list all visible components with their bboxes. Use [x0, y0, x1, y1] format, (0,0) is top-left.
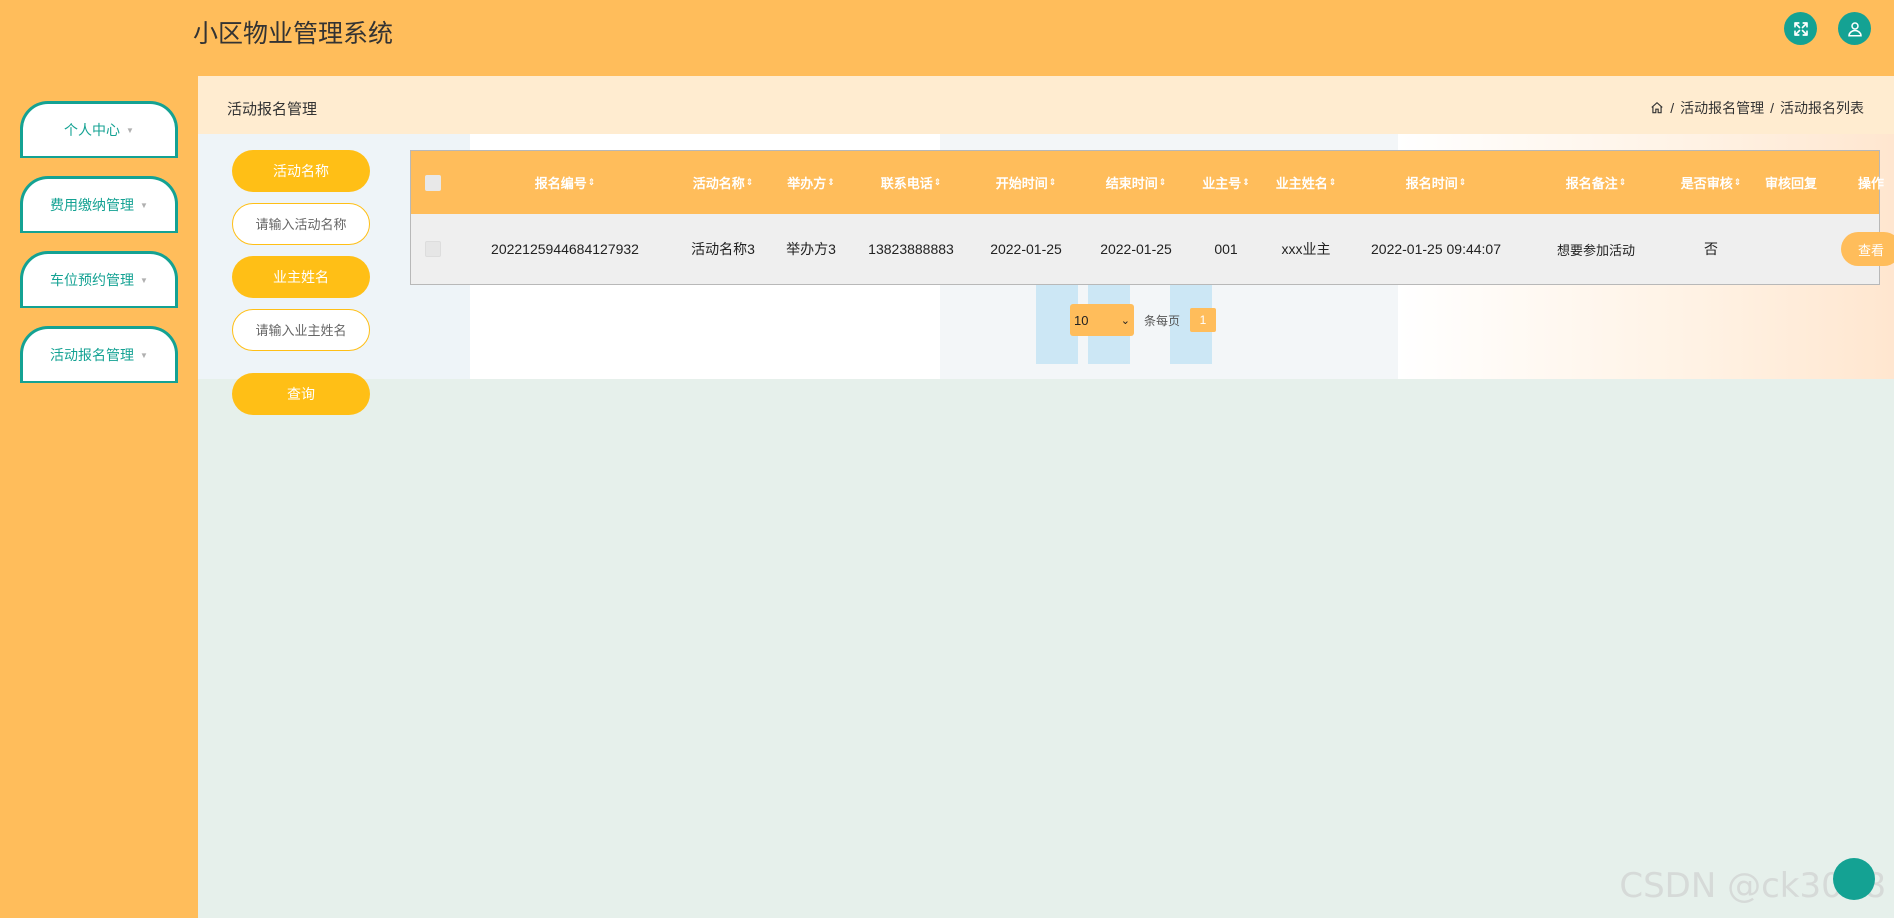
table-cell: 想要参加活动: [1556, 242, 1635, 258]
page-size-suffix: 条每页: [1144, 313, 1181, 328]
column-header[interactable]: 业主号 ⇕: [1191, 151, 1261, 214]
activity-name-label: 活动名称: [232, 150, 370, 192]
column-header[interactable]: 活动名称 ⇕: [675, 151, 771, 214]
top-bar: 小区物业管理系统: [0, 0, 1894, 76]
table-cell: 活动名称3: [691, 241, 755, 257]
sort-icon: ⇕: [1048, 177, 1057, 187]
fullscreen-icon[interactable]: [1784, 12, 1817, 45]
table-cell: 2022-01-25 09:44:07: [1371, 241, 1501, 257]
activity-name-input[interactable]: [232, 203, 370, 245]
sort-icon: ⇕: [1158, 177, 1167, 187]
select-all-checkbox[interactable]: [425, 174, 441, 191]
table-header: 报名编号 ⇕ 活动名称 ⇕ 举办方 ⇕ 联系电话 ⇕ 开始时间 ⇕ 结束时间 ⇕ 业主号 ⇕ …: [411, 151, 1884, 214]
sidebar-item-activity-registration[interactable]: 活动报名管理 ▼: [20, 326, 178, 381]
sort-icon: ⇕: [587, 177, 596, 187]
column-header[interactable]: 报名时间 ⇕: [1351, 151, 1521, 214]
table-cell: 001: [1214, 241, 1238, 257]
column-header[interactable]: 业主姓名 ⇕: [1261, 151, 1351, 214]
view-button[interactable]: 查看: [1841, 232, 1894, 266]
column-header[interactable]: 是否审核 ⇕: [1671, 151, 1751, 214]
registration-table: 报名编号 ⇕ 活动名称 ⇕ 举办方 ⇕ 联系电话 ⇕ 开始时间 ⇕ 结束时间 ⇕ 业主号 ⇕ …: [410, 150, 1894, 285]
query-button[interactable]: 查询: [232, 373, 370, 415]
sort-icon: ⇕: [1618, 177, 1627, 187]
column-header[interactable]: 报名编号 ⇕: [455, 151, 675, 214]
column-header[interactable]: 开始时间 ⇕: [971, 151, 1081, 214]
sidebar-item-label: 个人中心: [64, 122, 121, 138]
sidebar-item-label: 车位预约管理: [50, 272, 135, 288]
breadcrumb-bar: 活动报名管理 / 活动报名管理 / 活动报名列表: [198, 76, 1894, 134]
page-title: 活动报名管理: [227, 101, 318, 118]
sort-icon: ⇕: [745, 177, 754, 187]
sort-icon: ⇕: [1242, 177, 1250, 187]
chevron-down-icon: ⌄: [1120, 314, 1130, 327]
caret-down-icon: ▼: [140, 350, 148, 360]
pagination: 10 ⌄ 条每页 1: [1070, 304, 1217, 336]
column-header[interactable]: 举办方 ⇕: [771, 151, 851, 214]
breadcrumb-item[interactable]: 活动报名管理: [1680, 98, 1764, 118]
user-icon[interactable]: [1838, 12, 1871, 45]
page-size-select[interactable]: 10 ⌄: [1070, 304, 1134, 336]
table-cell: xxx业主: [1281, 241, 1331, 257]
column-header[interactable]: 报名备注 ⇕: [1521, 151, 1671, 214]
caret-down-icon: ▼: [140, 200, 148, 210]
sidebar-item-parking-reservation[interactable]: 车位预约管理 ▼: [20, 251, 178, 306]
column-header: 操作: [1857, 176, 1884, 191]
column-header[interactable]: 联系电话 ⇕: [851, 151, 971, 214]
sidebar-item-label: 费用缴纳管理: [50, 197, 135, 213]
caret-down-icon: ▼: [126, 125, 134, 135]
table-row: 2022125944684127932 活动名称3 举办方3 138238888…: [411, 214, 1894, 284]
sort-icon: ⇕: [933, 177, 942, 187]
sort-icon: ⇕: [1458, 177, 1467, 187]
table-cell: 2022125944684127932: [491, 241, 639, 257]
column-header[interactable]: 结束时间 ⇕: [1081, 151, 1191, 214]
page-number-current[interactable]: 1: [1190, 308, 1217, 332]
sidebar-item-fee-payment[interactable]: 费用缴纳管理 ▼: [20, 176, 178, 231]
sort-icon: ⇕: [827, 177, 835, 187]
sort-icon: ⇕: [1328, 177, 1337, 187]
table-cell: 2022-01-25: [1100, 241, 1172, 257]
sidebar-item-personal-center[interactable]: 个人中心 ▼: [20, 101, 178, 156]
breadcrumb-separator: /: [1770, 100, 1774, 116]
breadcrumb-separator: /: [1670, 100, 1675, 116]
sidebar: 个人中心 ▼ 费用缴纳管理 ▼ 车位预约管理 ▼ 活动报名管理 ▼: [0, 76, 198, 918]
sort-icon: ⇕: [1733, 177, 1742, 187]
owner-name-label: 业主姓名: [232, 256, 370, 298]
table-cell: 否: [1704, 241, 1718, 257]
breadcrumb: / 活动报名管理 / 活动报名列表: [1650, 98, 1864, 118]
page-size-value: 10: [1074, 312, 1089, 328]
owner-name-input[interactable]: [232, 309, 370, 351]
home-icon[interactable]: [1650, 101, 1664, 115]
sidebar-item-label: 活动报名管理: [50, 347, 135, 363]
row-checkbox[interactable]: [425, 241, 441, 257]
table-cell: 13823888883: [868, 241, 954, 257]
back-to-top-icon[interactable]: [1833, 858, 1875, 900]
breadcrumb-item: 活动报名列表: [1780, 100, 1864, 116]
caret-down-icon: ▼: [140, 275, 148, 285]
table-cell: 举办方3: [786, 241, 836, 257]
app-title: 小区物业管理系统: [193, 20, 394, 48]
table-cell: 2022-01-25: [990, 241, 1062, 257]
